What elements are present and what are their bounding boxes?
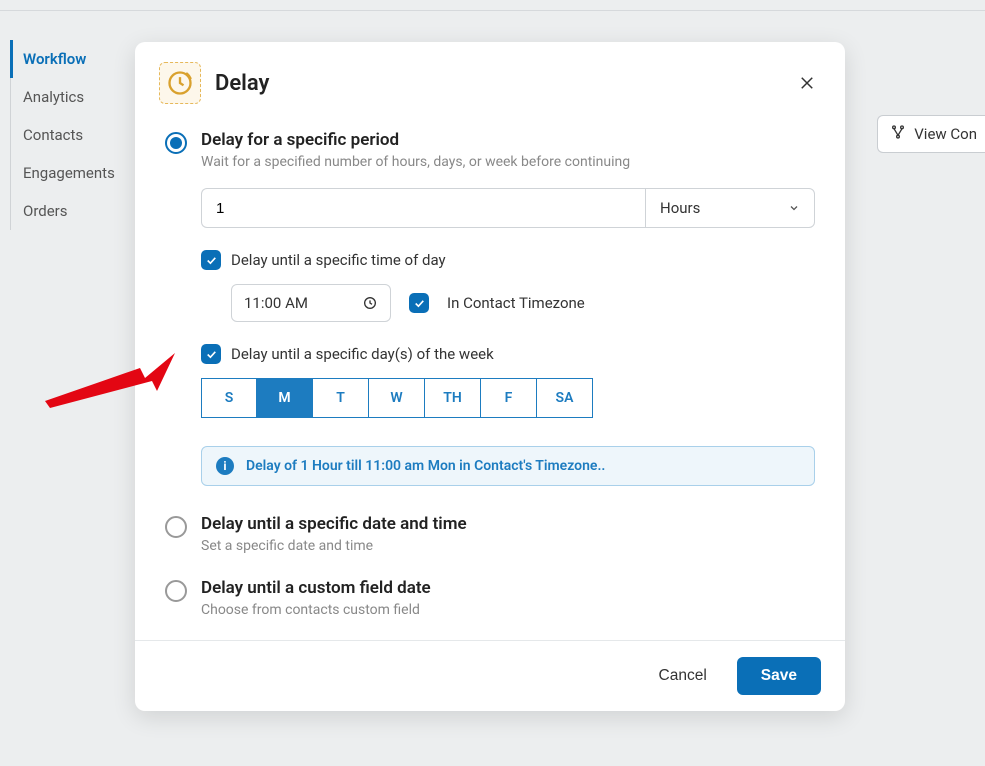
delay-number-input[interactable]: [201, 188, 645, 228]
sidebar-nav: Workflow Analytics Contacts Engagements …: [10, 40, 140, 230]
days-of-week-selector: S M T W TH F SA: [201, 378, 815, 418]
option-specific-date-title: Delay until a specific date and time: [201, 514, 467, 534]
sidebar-item-workflow[interactable]: Workflow: [10, 40, 140, 78]
sidebar-item-analytics[interactable]: Analytics: [11, 78, 140, 116]
option-specific-date-subtitle: Set a specific date and time: [201, 538, 467, 554]
top-divider: [0, 10, 985, 11]
delay-units-select[interactable]: Hours: [645, 188, 815, 228]
close-icon: [798, 74, 816, 92]
radio-specific-period[interactable]: [165, 132, 187, 154]
modal-header: Delay: [135, 42, 845, 114]
modal-footer: Cancel Save: [135, 640, 845, 711]
check-icon: [413, 297, 426, 310]
day-of-week-label: Delay until a specific day(s) of the wee…: [231, 345, 494, 363]
day-saturday[interactable]: SA: [537, 378, 593, 418]
cancel-button[interactable]: Cancel: [641, 657, 725, 695]
contact-timezone-label: In Contact Timezone: [447, 294, 585, 312]
checkbox-time-of-day[interactable]: [201, 250, 221, 270]
option-custom-field-title: Delay until a custom field date: [201, 578, 431, 598]
time-of-day-label: Delay until a specific time of day: [231, 251, 446, 269]
day-friday[interactable]: F: [481, 378, 537, 418]
radio-custom-field[interactable]: [165, 580, 187, 602]
save-button[interactable]: Save: [737, 657, 821, 695]
delay-modal: Delay Delay for a specific period Wait f…: [135, 42, 845, 711]
day-monday[interactable]: M: [257, 378, 313, 418]
option-specific-date: Delay until a specific date and time Set…: [165, 514, 815, 554]
delay-units-value: Hours: [660, 199, 700, 217]
option-custom-field-subtitle: Choose from contacts custom field: [201, 602, 431, 618]
day-thursday[interactable]: TH: [425, 378, 481, 418]
delay-summary-text: Delay of 1 Hour till 11:00 am Mon in Con…: [246, 458, 605, 474]
checkbox-day-of-week[interactable]: [201, 344, 221, 364]
option-specific-period: Delay for a specific period Wait for a s…: [165, 130, 815, 486]
branch-icon: [890, 124, 906, 144]
info-icon: i: [216, 457, 234, 475]
checkbox-contact-timezone[interactable]: [409, 293, 429, 313]
time-of-day-value: 11:00 AM: [244, 294, 308, 312]
view-contacts-label: View Con: [914, 125, 977, 143]
option-specific-period-title: Delay for a specific period: [201, 130, 815, 150]
modal-body: Delay for a specific period Wait for a s…: [135, 114, 845, 630]
modal-title: Delay: [215, 71, 269, 96]
day-sunday[interactable]: S: [201, 378, 257, 418]
chevron-down-icon: [788, 202, 800, 214]
sidebar-item-contacts[interactable]: Contacts: [11, 116, 140, 154]
time-of-day-input[interactable]: 11:00 AM: [231, 284, 391, 322]
option-specific-period-subtitle: Wait for a specified number of hours, da…: [201, 154, 815, 170]
check-icon: [205, 348, 218, 361]
check-icon: [205, 254, 218, 267]
delay-icon: [159, 62, 201, 104]
sidebar-item-orders[interactable]: Orders: [11, 192, 140, 230]
view-contacts-button[interactable]: View Con: [877, 115, 985, 153]
day-wednesday[interactable]: W: [369, 378, 425, 418]
option-custom-field: Delay until a custom field date Choose f…: [165, 578, 815, 618]
close-button[interactable]: [793, 69, 821, 97]
radio-specific-date[interactable]: [165, 516, 187, 538]
delay-summary-banner: i Delay of 1 Hour till 11:00 am Mon in C…: [201, 446, 815, 486]
sidebar-item-engagements[interactable]: Engagements: [11, 154, 140, 192]
day-tuesday[interactable]: T: [313, 378, 369, 418]
clock-icon: [362, 295, 378, 311]
